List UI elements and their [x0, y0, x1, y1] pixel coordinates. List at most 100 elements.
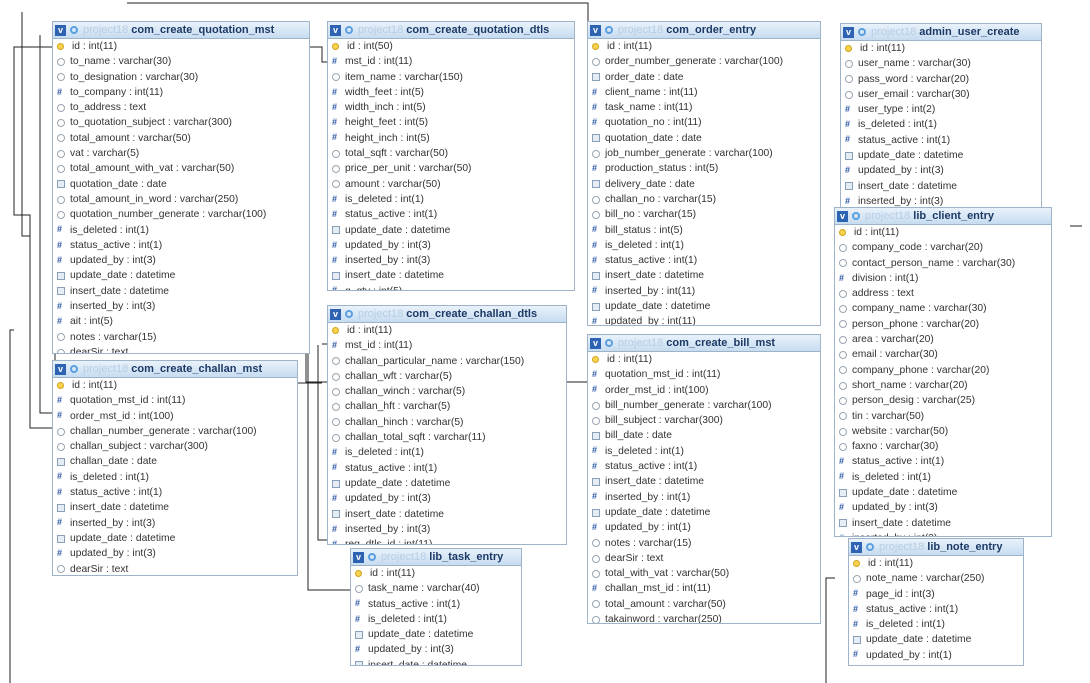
table-header[interactable]: v project18 com_order_entry: [588, 22, 820, 39]
field-row[interactable]: challan_subject : varchar(300): [53, 439, 297, 454]
table-header[interactable]: v project18 com_create_challan_dtls: [328, 306, 566, 323]
field-row[interactable]: user_name : varchar(30): [841, 56, 1041, 71]
table-header[interactable]: v project18 lib_note_entry: [849, 539, 1023, 556]
field-row[interactable]: note_name : varchar(250): [849, 571, 1023, 586]
field-row[interactable]: bill_date : date: [588, 428, 820, 443]
field-row[interactable]: order_mst_id : int(100): [588, 383, 820, 398]
view-icon[interactable]: [605, 26, 613, 34]
table-lib-client-entry[interactable]: v project18 lib_client_entry id : int(11) co…: [834, 207, 1052, 537]
field-row[interactable]: req_dtls_id : int(11): [328, 537, 566, 544]
field-row[interactable]: width_feet : int(5): [328, 85, 574, 100]
field-row[interactable]: inserted_by : int(3): [328, 253, 574, 268]
field-row[interactable]: mst_id : int(11): [328, 338, 566, 353]
field-row[interactable]: total_amount : varchar(50): [53, 131, 309, 146]
table-com-create-challan-dtls[interactable]: v project18 com_create_challan_dtls id : in…: [327, 305, 567, 545]
collapse-toggle-icon[interactable]: v: [837, 210, 848, 222]
field-row[interactable]: job_number_generate : varchar(100): [588, 146, 820, 161]
field-row[interactable]: insert_date : datetime: [588, 474, 820, 489]
field-row[interactable]: total_amount : varchar(50): [588, 597, 820, 612]
collapse-toggle-icon[interactable]: v: [353, 551, 364, 563]
field-row[interactable]: person_phone : varchar(20): [835, 317, 1051, 332]
field-row[interactable]: task_name : varchar(40): [351, 581, 521, 596]
field-row[interactable]: quotation_number_generate : varchar(100): [53, 207, 309, 222]
field-row[interactable]: is_deleted : int(1): [849, 617, 1023, 632]
field-row[interactable]: dearSir : text: [588, 551, 820, 566]
view-icon[interactable]: [866, 543, 874, 551]
field-row[interactable]: id : int(11): [351, 566, 521, 581]
field-row[interactable]: faxno : varchar(30): [835, 439, 1051, 454]
field-row[interactable]: vat : varchar(5): [53, 146, 309, 161]
collapse-toggle-icon[interactable]: v: [55, 24, 66, 36]
field-row[interactable]: id : int(11): [849, 556, 1023, 571]
collapse-toggle-icon[interactable]: v: [330, 24, 341, 36]
field-row[interactable]: bill_no : varchar(15): [588, 207, 820, 222]
field-row[interactable]: id : int(11): [328, 323, 566, 338]
field-row[interactable]: update_date : datetime: [328, 476, 566, 491]
field-row[interactable]: updated_by : int(3): [835, 500, 1051, 515]
field-row[interactable]: order_number_generate : varchar(100): [588, 54, 820, 69]
field-row[interactable]: status_active : int(1): [841, 133, 1041, 148]
table-com-order-entry[interactable]: v project18 com_order_entry id : int(11) ord…: [587, 21, 821, 326]
field-row[interactable]: update_date : datetime: [588, 299, 820, 314]
field-row[interactable]: updated_by : int(3): [328, 238, 574, 253]
field-row[interactable]: challan_no : varchar(15): [588, 192, 820, 207]
field-row[interactable]: task_name : int(11): [588, 100, 820, 115]
table-header[interactable]: v project18 com_create_challan_mst: [53, 361, 297, 378]
field-row[interactable]: updated_by : int(3): [53, 253, 309, 268]
field-row[interactable]: challan_mst_id : int(11): [588, 581, 820, 596]
collapse-toggle-icon[interactable]: v: [590, 24, 601, 36]
field-row[interactable]: update_date : datetime: [849, 632, 1023, 647]
field-row[interactable]: updated_by : int(3): [53, 546, 297, 561]
field-row[interactable]: update_date : datetime: [588, 505, 820, 520]
collapse-toggle-icon[interactable]: v: [590, 337, 601, 349]
field-row[interactable]: width_inch : int(5): [328, 100, 574, 115]
field-row[interactable]: mst_id : int(11): [328, 54, 574, 69]
table-com-create-challan-mst[interactable]: v project18 com_create_challan_mst id : int…: [52, 360, 298, 576]
field-row[interactable]: id : int(11): [53, 39, 309, 54]
field-row[interactable]: inserted_by : int(3): [835, 531, 1051, 536]
field-row[interactable]: updated_by : int(1): [588, 520, 820, 535]
field-row[interactable]: inserted_by : int(11): [588, 284, 820, 299]
field-row[interactable]: insert_date : datetime: [328, 507, 566, 522]
field-row[interactable]: challan_total_sqft : varchar(11): [328, 430, 566, 445]
field-row[interactable]: challan_winch : varchar(5): [328, 384, 566, 399]
field-row[interactable]: order_date : date: [588, 70, 820, 85]
view-icon[interactable]: [605, 339, 613, 347]
field-row[interactable]: amount : varchar(50): [328, 177, 574, 192]
field-row[interactable]: challan_wft : varchar(5): [328, 369, 566, 384]
field-row[interactable]: status_active : int(1): [351, 597, 521, 612]
field-row[interactable]: to_designation : varchar(30): [53, 70, 309, 85]
field-row[interactable]: bill_subject : varchar(300): [588, 413, 820, 428]
field-row[interactable]: insert_date : datetime: [53, 500, 297, 515]
field-row[interactable]: quotation_no : int(11): [588, 115, 820, 130]
field-row[interactable]: update_date : datetime: [835, 485, 1051, 500]
field-row[interactable]: client_name : int(11): [588, 85, 820, 100]
field-row[interactable]: to_address : text: [53, 100, 309, 115]
collapse-toggle-icon[interactable]: v: [851, 541, 862, 553]
collapse-toggle-icon[interactable]: v: [330, 308, 341, 320]
field-row[interactable]: is_deleted : int(1): [53, 223, 309, 238]
field-row[interactable]: height_inch : int(5): [328, 131, 574, 146]
field-row[interactable]: status_active : int(1): [53, 485, 297, 500]
field-row[interactable]: company_name : varchar(30): [835, 301, 1051, 316]
field-row[interactable]: ait : int(5): [53, 314, 309, 329]
view-icon[interactable]: [368, 553, 376, 561]
field-row[interactable]: inserted_by : int(3): [328, 522, 566, 537]
field-row[interactable]: updated_by : int(3): [351, 642, 521, 657]
field-row[interactable]: email : varchar(30): [835, 347, 1051, 362]
field-row[interactable]: is_deleted : int(1): [53, 470, 297, 485]
field-row[interactable]: total_amount_with_vat : varchar(50): [53, 161, 309, 176]
field-row[interactable]: is_deleted : int(1): [351, 612, 521, 627]
field-row[interactable]: to_quotation_subject : varchar(300): [53, 115, 309, 130]
table-com-create-quotation-mst[interactable]: v project18 com_create_quotation_mst id : i…: [52, 21, 310, 354]
field-row[interactable]: notes : varchar(15): [53, 330, 309, 345]
collapse-toggle-icon[interactable]: v: [55, 363, 66, 375]
field-row[interactable]: company_code : varchar(20): [835, 240, 1051, 255]
field-row[interactable]: inserted_by : int(1): [588, 490, 820, 505]
field-row[interactable]: id : int(50): [328, 39, 574, 54]
field-row[interactable]: company_phone : varchar(20): [835, 363, 1051, 378]
field-row[interactable]: id : int(11): [835, 225, 1051, 240]
field-row[interactable]: quotation_date : date: [53, 177, 309, 192]
field-row[interactable]: page_id : int(3): [849, 587, 1023, 602]
table-com-create-quotation-dtls[interactable]: v project18 com_create_quotation_dtls id : …: [327, 21, 575, 291]
